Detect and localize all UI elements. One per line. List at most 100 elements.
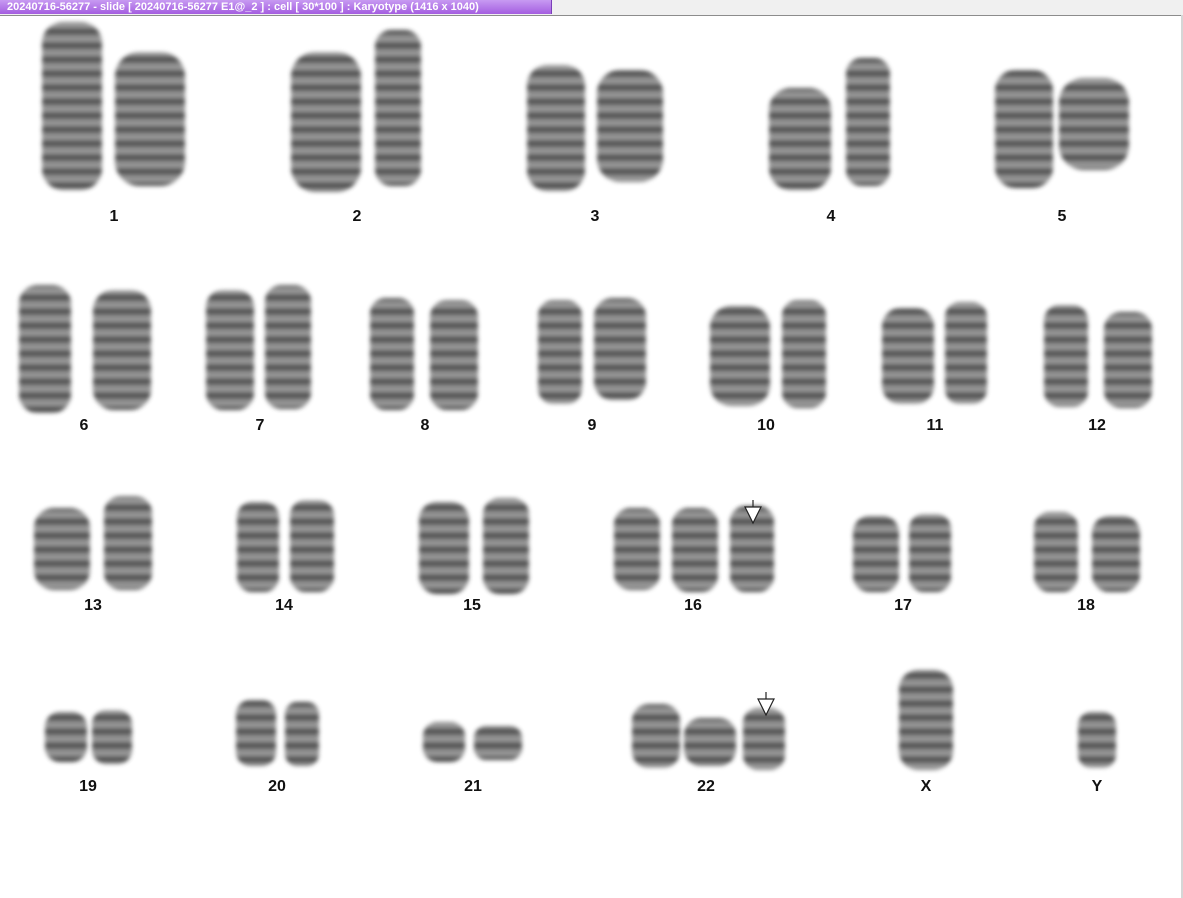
chromosome-pair-3[interactable]: [527, 65, 663, 191]
chromosome-label: 17: [894, 597, 912, 614]
chromosome[interactable]: [945, 302, 987, 404]
chromosome[interactable]: [237, 502, 279, 592]
chromosome[interactable]: [995, 70, 1053, 188]
chromosome-pair-15[interactable]: [419, 498, 529, 594]
chromosome-label: 9: [587, 417, 597, 434]
chromosome[interactable]: [474, 726, 522, 760]
chromosome[interactable]: [423, 722, 465, 762]
chromosome[interactable]: [34, 508, 90, 590]
chromosome[interactable]: [430, 300, 478, 410]
chromosome[interactable]: [483, 498, 529, 594]
chromosome-pair-12[interactable]: [1044, 305, 1152, 408]
chromosome-pair-1[interactable]: [42, 22, 185, 190]
chromosome[interactable]: [614, 508, 660, 590]
chromosome-pair-14[interactable]: [237, 500, 334, 592]
chromosome[interactable]: [1104, 312, 1152, 408]
chromosome-pair-17[interactable]: [853, 514, 951, 592]
chromosome-pair-7[interactable]: [206, 285, 311, 410]
chromosome-label: X: [920, 778, 932, 795]
chromosome-label: 18: [1077, 597, 1095, 614]
chromosome[interactable]: [538, 300, 582, 404]
chromosome-label: 4: [826, 208, 836, 225]
chromosome[interactable]: [909, 514, 951, 592]
chromosome-label: 14: [275, 597, 293, 614]
chromosome[interactable]: [19, 285, 71, 413]
chromosome[interactable]: [899, 670, 953, 770]
chromosome-pair-21[interactable]: [423, 722, 522, 762]
chromosome-layout: [19, 22, 1152, 770]
chromosome[interactable]: [597, 70, 663, 182]
chromosome-pair-22[interactable]: [632, 704, 785, 770]
chromosome[interactable]: [290, 500, 334, 592]
chromosome[interactable]: [291, 52, 361, 192]
chromosome-label: 10: [757, 417, 775, 434]
chromosome[interactable]: [684, 718, 736, 766]
window-title: 20240716-56277 - slide [ 20240716-56277 …: [7, 1, 479, 13]
chromosome-label: 5: [1057, 208, 1067, 225]
chromosome[interactable]: [743, 708, 785, 770]
chromosome[interactable]: [236, 700, 276, 766]
chromosome-label: 7: [255, 417, 265, 434]
chromosome-pair-8[interactable]: [370, 298, 478, 410]
chromosome-pair-16[interactable]: [614, 506, 774, 592]
chromosome-pair-X[interactable]: [899, 670, 953, 770]
chromosome[interactable]: [92, 710, 132, 764]
chromosome[interactable]: [1078, 712, 1116, 768]
karyotype-canvas[interactable]: 1 2 3 4 5 6 7 8 9 10 11 12 13 14 15 16 17 18 19 20 21 22 X Y: [0, 15, 1183, 898]
chromosome[interactable]: [846, 58, 890, 186]
chromosome-label: 20: [268, 778, 286, 795]
chromosome-pair-6[interactable]: [19, 285, 151, 413]
chromosome-label: 13: [84, 597, 102, 614]
chromosome[interactable]: [419, 502, 469, 594]
chromosome-label: 21: [464, 778, 482, 795]
chromosome-label: 19: [79, 778, 97, 795]
chromosome[interactable]: [527, 65, 585, 191]
chromosome-pair-11[interactable]: [882, 302, 987, 404]
chromosome-pair-19[interactable]: [45, 710, 132, 764]
chromosome[interactable]: [265, 285, 311, 409]
chromosome-label: Y: [1091, 778, 1103, 795]
chromosome[interactable]: [594, 298, 646, 400]
chromosome[interactable]: [1034, 512, 1078, 592]
chromosome-label: 16: [684, 597, 702, 614]
chromosome-label: 2: [352, 208, 362, 225]
chromosome[interactable]: [710, 306, 770, 406]
chromosome[interactable]: [104, 496, 152, 590]
chromosome[interactable]: [782, 300, 826, 408]
chromosome-label: 3: [590, 208, 600, 225]
chromosome-label: 6: [79, 417, 89, 434]
chromosome-pair-20[interactable]: [236, 700, 319, 766]
chromosome[interactable]: [672, 508, 718, 592]
chromosome-pair-4[interactable]: [769, 58, 890, 190]
chromosome-pair-9[interactable]: [538, 298, 646, 404]
chromosome[interactable]: [1059, 78, 1129, 170]
chromosome-pair-18[interactable]: [1034, 512, 1140, 592]
window-title-tab[interactable]: 20240716-56277 - slide [ 20240716-56277 …: [0, 0, 552, 14]
chromosome[interactable]: [853, 516, 899, 592]
chromosome[interactable]: [375, 30, 421, 186]
chromosome[interactable]: [93, 290, 151, 410]
chromosome[interactable]: [285, 702, 319, 766]
chromosome[interactable]: [769, 88, 831, 190]
chromosome-label: 1: [109, 208, 119, 225]
chromosome[interactable]: [1092, 516, 1140, 592]
chromosome-pair-10[interactable]: [710, 300, 826, 408]
chromosome[interactable]: [42, 22, 102, 190]
chromosome[interactable]: [45, 712, 87, 762]
chromosome[interactable]: [115, 52, 185, 186]
chromosome-pair-2[interactable]: [291, 30, 421, 192]
chromosome-label: 11: [926, 417, 944, 434]
chromosome-pair-Y[interactable]: [1078, 712, 1116, 768]
chromosome-label: 8: [420, 417, 430, 434]
chromosome[interactable]: [1044, 305, 1088, 407]
chromosome[interactable]: [370, 298, 414, 410]
chromosome[interactable]: [632, 704, 680, 768]
chromosome[interactable]: [206, 290, 254, 410]
chromosome-pair-5[interactable]: [995, 70, 1129, 188]
title-bar: 20240716-56277 - slide [ 20240716-56277 …: [0, 0, 1183, 16]
chromosome-pair-13[interactable]: [34, 496, 152, 590]
chromosome-label: 12: [1088, 417, 1106, 434]
chromosome-label: 15: [463, 597, 481, 614]
chromosome[interactable]: [882, 308, 934, 404]
chromosome-label: 22: [697, 778, 715, 795]
